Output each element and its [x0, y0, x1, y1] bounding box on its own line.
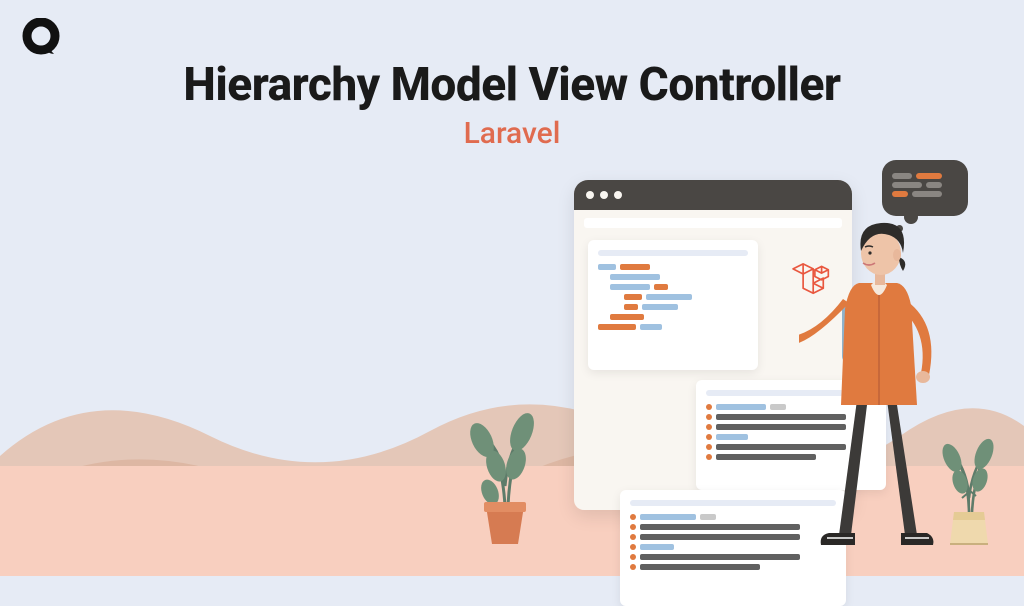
page-title: Hierarchy Model View Controller — [0, 58, 1024, 112]
plant-left-icon — [460, 396, 550, 546]
page-subtitle: Laravel — [0, 116, 1024, 151]
plant-right-icon — [932, 426, 1006, 546]
code-panel-1 — [588, 240, 758, 370]
brand-logo — [22, 18, 62, 62]
